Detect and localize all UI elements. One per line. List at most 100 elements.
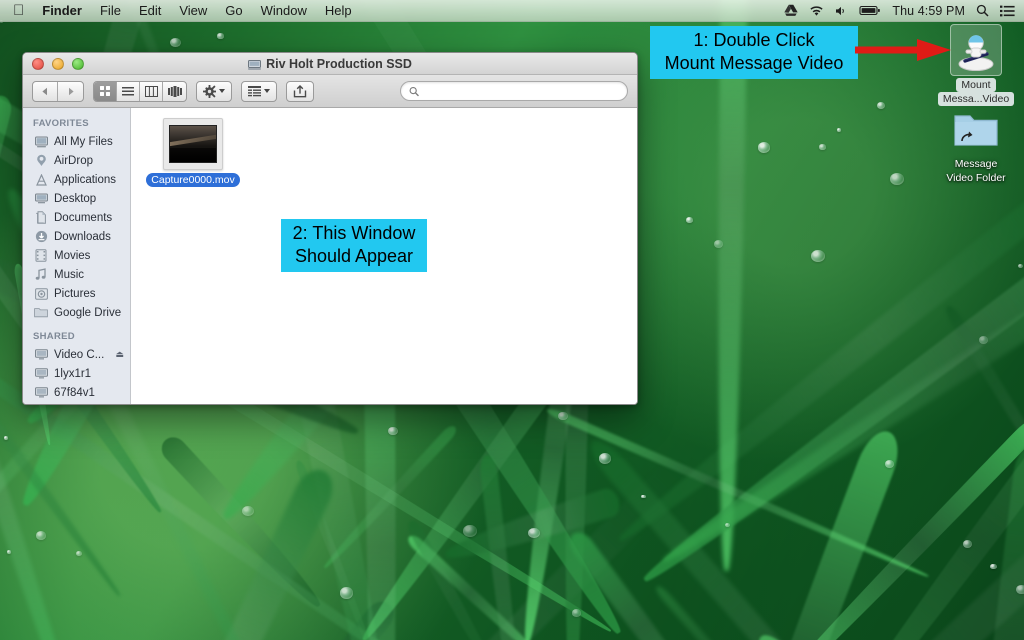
grass-blade [545,405,931,581]
nav-buttons[interactable] [32,80,84,102]
menu-bar:  Finder File Edit View Go Window Help T… [0,0,1024,22]
grass-blade [694,423,1024,640]
battery-icon[interactable] [859,5,881,16]
menu-item-view[interactable]: View [170,0,216,22]
finder-toolbar[interactable] [23,75,637,108]
mount-message-video-app-icon[interactable] [950,24,1002,76]
grass-blade [156,432,328,614]
icon-view-button[interactable] [94,81,117,101]
sidebar-item-label: AirDrop [54,154,93,167]
grass-blade [713,0,750,572]
volume-icon[interactable] [835,5,848,17]
search-field[interactable] [400,81,628,101]
all-my-files-icon [34,135,48,149]
message-video-folder-alias-icon[interactable] [950,104,1002,156]
sidebar-item-67f84v1[interactable]: 67f84v1 [23,383,130,402]
dew-drop [819,144,826,150]
sidebar-item-google-drive[interactable]: Google Drive [23,303,130,322]
sidebar-item-label: All My Files [54,135,113,148]
sidebar-section-shared-header: SHARED [33,331,75,342]
red-pointer-arrow [855,39,951,61]
grass-blade [294,454,695,640]
sidebar-item-label: 1lyx1r1 [54,367,92,380]
google-drive-icon[interactable] [784,4,799,17]
grass-blade [564,527,746,640]
grass-blade [748,413,1024,640]
apple-menu-icon[interactable]:  [13,3,24,18]
grass-blade [199,596,400,640]
menu-item-help[interactable]: Help [316,0,361,22]
file-name-label[interactable]: Capture0000.mov [146,173,240,187]
desktop-icon [34,192,48,206]
desktop-icon-message-video-folder[interactable]: Message Video Folder [928,104,1024,184]
file-item-capture0000[interactable]: Capture0000.mov [146,118,240,187]
pictures-icon [34,287,48,301]
arrange-button[interactable] [241,80,277,102]
menu-item-window[interactable]: Window [252,0,316,22]
dew-drop [6,550,12,554]
dew-drop [528,528,541,539]
sidebar-item-desktop[interactable]: Desktop [23,189,130,208]
search-input[interactable] [424,85,619,97]
sidebar-item-all-my-files[interactable]: All My Files [23,132,130,151]
dew-drop [713,240,723,248]
hard-drive-icon [248,59,262,70]
sidebar-item-airdrop[interactable]: AirDrop [23,151,130,170]
coverflow-view-button[interactable] [163,82,186,101]
grass-blade [820,386,1024,640]
sidebar-item-pictures[interactable]: Pictures [23,284,130,303]
desktop-icon-mount-message-video[interactable]: Mount Messa...Video [928,24,1024,106]
movie-thumbnail [163,118,223,170]
menu-item-go[interactable]: Go [216,0,251,22]
finder-title-bar[interactable]: Riv Holt Production SSD [23,53,637,75]
dew-drop [463,525,478,538]
finder-sidebar[interactable]: FAVORITES All My Files AirDrop Applicati… [23,108,131,404]
view-mode-switcher[interactable] [93,80,187,102]
forward-button[interactable] [58,82,83,101]
dew-drop [725,522,731,527]
sidebar-item-label: Movies [54,249,91,262]
menu-item-finder[interactable]: Finder [33,0,91,22]
column-view-button[interactable] [140,81,163,101]
list-view-button[interactable] [117,81,140,101]
action-gear-button[interactable] [196,80,232,102]
grass-blade [0,624,23,640]
dew-drop [76,551,83,557]
dew-drop [686,217,693,224]
grass-blade [652,425,907,640]
sidebar-item-video-c[interactable]: Video C... ⏏ [23,345,130,364]
shared-computer-icon [34,348,48,362]
wifi-icon[interactable] [809,5,824,17]
menu-item-file[interactable]: File [91,0,130,22]
notification-center-icon[interactable] [1000,5,1015,17]
downloads-icon [34,230,48,244]
eject-icon[interactable]: ⏏ [115,349,124,360]
dew-drop [387,426,398,436]
sidebar-item-movies[interactable]: Movies [23,246,130,265]
dew-drop [889,172,904,185]
sidebar-item-67f94v1[interactable]: 67f94v1 [23,402,130,404]
annotation-step-1: 1: Double Click Mount Message Video [650,26,858,79]
dew-drop [811,250,826,263]
back-button[interactable] [33,81,58,101]
dew-drop [876,102,886,110]
sidebar-item-label: Google Drive [54,306,122,319]
sidebar-item-label: Downloads [54,230,111,243]
sidebar-item-label: Desktop [54,192,97,205]
folder-icon [34,306,48,320]
menu-item-edit[interactable]: Edit [130,0,170,22]
sidebar-item-applications[interactable]: Applications [23,170,130,189]
desktop-icon-label-line1: Message [954,158,998,170]
dew-drop [1016,584,1024,594]
spotlight-search-icon[interactable] [976,4,989,17]
sidebar-item-music[interactable]: Music [23,265,130,284]
sidebar-item-downloads[interactable]: Downloads [23,227,130,246]
sidebar-item-label: 67f84v1 [54,386,95,399]
share-button[interactable] [286,80,314,102]
menu-bar-clock[interactable]: Thu 4:59 PM [892,4,965,18]
sidebar-item-documents[interactable]: Documents [23,208,130,227]
sidebar-item-1lyx1r1[interactable]: 1lyx1r1 [23,364,130,383]
sidebar-item-label: Documents [54,211,113,224]
grass-blade [942,302,1024,586]
dew-drop [978,335,988,344]
